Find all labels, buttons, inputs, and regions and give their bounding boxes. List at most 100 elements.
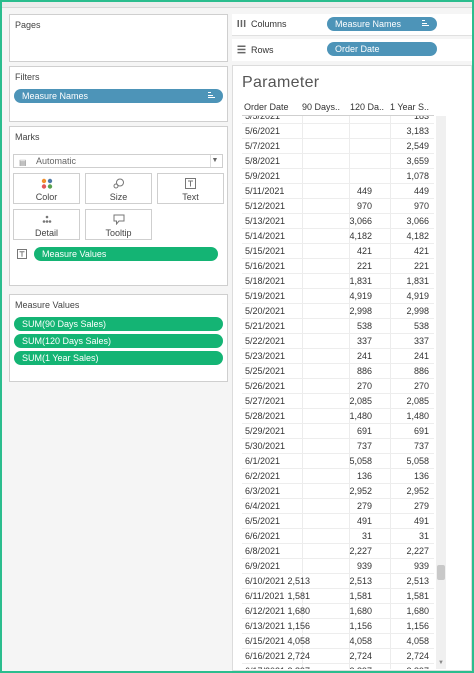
table-row[interactable]: 5/21/2021 538 538 (242, 319, 434, 334)
scrollbar-thumb[interactable] (437, 565, 445, 580)
table-row[interactable]: 5/18/2021 1,831 1,831 (242, 274, 434, 289)
table-row[interactable]: 6/6/2021 31 31 (242, 529, 434, 544)
table-row[interactable]: 6/13/2021 1,156 1,156 1,156 (242, 619, 434, 634)
days-120-cell: 491 (356, 516, 372, 526)
column-header-120-days[interactable]: 120 Da.. (350, 102, 388, 112)
days-120-cell: 2,085 (349, 396, 372, 406)
table-row[interactable]: 5/30/2021 737 737 (242, 439, 434, 454)
table-row[interactable]: 5/16/2021 221 221 (242, 259, 434, 274)
days-120-cell: 1,831 (349, 276, 372, 286)
year-1-cell: 939 (413, 561, 429, 571)
year-1-cell: 886 (413, 366, 429, 376)
table-row[interactable]: 6/17/20213,8973,8973,897 (242, 664, 434, 669)
table-row[interactable]: 5/23/2021 241 241 (242, 349, 434, 364)
marks-text-pill-measure-values[interactable]: Measure Values (34, 247, 218, 261)
table-row[interactable]: 5/7/2021 2,549 (242, 139, 434, 154)
table-row[interactable]: 5/27/2021 2,085 2,085 (242, 394, 434, 409)
measure-pill-label: SUM(1 Year Sales) (22, 353, 99, 363)
year-1-cell: 1,831 (406, 276, 429, 286)
table-row[interactable]: 5/11/2021 449 449 (242, 184, 434, 199)
days-120-cell: 970 (356, 201, 372, 211)
measure-pill-90-days[interactable]: SUM(90 Days Sales) (14, 317, 223, 331)
columns-pill-measure-names[interactable]: Measure Names (327, 17, 437, 31)
mark-type-dropdown[interactable]: ▤ Automatic ▼ (13, 154, 223, 168)
filter-pill-measure-names[interactable]: Measure Names (14, 89, 223, 103)
marks-size-button[interactable]: Size (85, 173, 152, 204)
order-date-cell: 5/5/2021 (245, 116, 281, 121)
table-row[interactable]: 6/16/2021 2,724 2,724 2,724 (242, 649, 434, 664)
table-row[interactable]: 5/22/2021 337 337 (242, 334, 434, 349)
table-row[interactable]: 6/4/2021 279 279 (242, 499, 434, 514)
mark-type-icon: ▤ (19, 158, 27, 167)
table-row[interactable]: 5/8/2021 3,659 (242, 154, 434, 169)
table-row[interactable]: 6/10/2021 2,513 2,513 2,513 (242, 574, 434, 589)
data-table[interactable]: 5/5/2021 183 5/6/2021 3,183 5/7/2021 2,549 5/8… (242, 116, 434, 669)
table-row[interactable]: 5/19/2021 4,919 4,919 (242, 289, 434, 304)
year-1-cell: 538 (413, 321, 429, 331)
table-row[interactable]: 5/14/2021 4,182 4,182 (242, 229, 434, 244)
marks-text-button[interactable]: Text (157, 173, 224, 204)
marks-detail-button[interactable]: Detail (13, 209, 80, 240)
year-1-cell: 2,724 (406, 651, 429, 661)
order-date-cell: 6/12/2021 (245, 606, 286, 616)
table-row[interactable]: 6/12/2021 1,680 1,680 1,680 (242, 604, 434, 619)
days-120-cell: 2,227 (349, 546, 372, 556)
table-row[interactable]: 5/13/2021 3,066 3,066 (242, 214, 434, 229)
columns-pill-label: Measure Names (335, 19, 402, 29)
table-row[interactable]: 5/29/2021 691 691 (242, 424, 434, 439)
year-1-cell: 31 (418, 531, 429, 541)
order-date-cell: 5/23/2021 (245, 351, 286, 361)
marks-color-button[interactable]: Color (13, 173, 80, 204)
order-date-cell: 5/26/2021 (245, 381, 286, 391)
table-row[interactable]: 5/15/2021 421 421 (242, 244, 434, 259)
table-row[interactable]: 6/15/2021 4,058 4,058 4,058 (242, 634, 434, 649)
table-row[interactable]: 6/1/2021 5,058 5,058 (242, 454, 434, 469)
days-120-cell: 2,952 (349, 486, 372, 496)
toolbar-strip (2, 2, 472, 8)
table-row[interactable]: 5/6/2021 3,183 (242, 124, 434, 139)
year-1-cell: 737 (413, 441, 429, 451)
table-row[interactable]: 6/3/2021 2,952 2,952 (242, 484, 434, 499)
rows-pill-order-date[interactable]: Order Date (327, 42, 437, 56)
scroll-down-arrow-icon[interactable]: ▼ (436, 658, 446, 668)
days-120-cell: 270 (356, 381, 372, 391)
days-120-cell: 4,058 (349, 636, 372, 646)
column-header-1-year[interactable]: 1 Year S.. (390, 102, 434, 112)
marks-card[interactable]: Marks (9, 126, 228, 286)
table-row[interactable]: 5/28/2021 1,480 1,480 (242, 409, 434, 424)
order-date-cell: 6/3/2021 (245, 486, 281, 496)
filter-list-icon (208, 92, 215, 100)
measure-pill-label: SUM(120 Days Sales) (22, 336, 112, 346)
days-90-cell: 4,058 (287, 636, 310, 646)
table-row[interactable]: 5/25/2021 886 886 (242, 364, 434, 379)
table-row[interactable]: 6/2/2021 136 136 (242, 469, 434, 484)
days-120-cell: 886 (356, 366, 372, 376)
year-1-cell: 491 (413, 516, 429, 526)
pages-card[interactable]: Pages (9, 14, 228, 62)
table-row[interactable]: 6/11/2021 1,581 1,581 1,581 (242, 589, 434, 604)
measure-pill-120-days[interactable]: SUM(120 Days Sales) (14, 334, 223, 348)
measure-pill-1-year[interactable]: SUM(1 Year Sales) (14, 351, 223, 365)
marks-card-title: Marks (15, 132, 40, 142)
table-row[interactable]: 5/20/2021 2,998 2,998 (242, 304, 434, 319)
table-row[interactable]: 5/12/2021 970 970 (242, 199, 434, 214)
year-1-cell: 2,998 (406, 306, 429, 316)
table-row[interactable]: 6/9/2021 939 939 (242, 559, 434, 574)
table-row[interactable]: 6/5/2021 491 491 (242, 514, 434, 529)
days-120-cell: 279 (356, 501, 372, 511)
days-120-cell: 2,724 (349, 651, 372, 661)
table-row[interactable]: 5/5/2021 183 (242, 116, 434, 124)
vertical-scrollbar[interactable] (436, 116, 446, 669)
table-row[interactable]: 5/26/2021 270 270 (242, 379, 434, 394)
marks-tooltip-button[interactable]: Tooltip (85, 209, 152, 240)
year-1-cell: 337 (413, 336, 429, 346)
year-1-cell: 279 (413, 501, 429, 511)
days-120-cell: 737 (356, 441, 372, 451)
column-header-90-days[interactable]: 90 Days.. (302, 102, 348, 112)
table-row[interactable]: 5/9/2021 1,078 (242, 169, 434, 184)
table-row[interactable]: 6/8/2021 2,227 2,227 (242, 544, 434, 559)
column-header-order-date[interactable]: Order Date (244, 102, 298, 112)
year-1-cell: 4,182 (406, 231, 429, 241)
size-icon (86, 178, 151, 192)
days-90-cell: 1,581 (287, 591, 310, 601)
